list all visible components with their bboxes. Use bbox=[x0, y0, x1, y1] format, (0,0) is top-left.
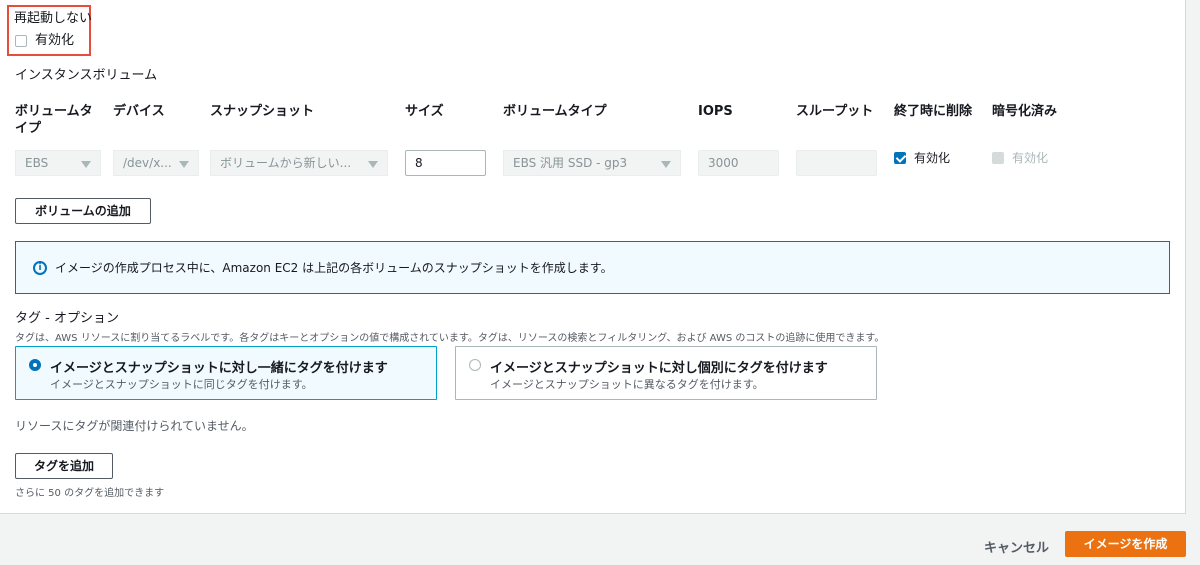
add-tag-button[interactable]: タグを追加 bbox=[15, 453, 113, 479]
volume-type-select[interactable]: EBS bbox=[15, 150, 101, 176]
col-encrypted-header: 暗号化済み bbox=[992, 104, 1058, 119]
tag-together-description: イメージとスナップショットに同じタグを付けます。 bbox=[50, 378, 313, 391]
ebs-volume-type-value: EBS 汎用 SSD - gp3 bbox=[513, 156, 628, 170]
info-alert-text: イメージの作成プロセス中に、Amazon EC2 は上記の各ボリュームのスナップ… bbox=[55, 261, 613, 275]
delete-on-termination-label[interactable]: 有効化 bbox=[914, 150, 950, 166]
col-iops-header: IOPS bbox=[698, 104, 733, 119]
encrypted-checkbox[interactable] bbox=[992, 152, 1004, 164]
instance-volumes-title: インスタンスボリューム bbox=[15, 68, 158, 83]
encrypted-label: 有効化 bbox=[1012, 151, 1049, 165]
info-alert: i イメージの作成プロセス中に、Amazon EC2 は上記の各ボリュームのスナ… bbox=[15, 241, 1170, 294]
cancel-button[interactable]: キャンセル bbox=[984, 537, 1049, 556]
snapshot-select[interactable]: ボリュームから新しい... bbox=[210, 150, 388, 176]
tag-together-option[interactable]: イメージとスナップショットに対し一緒にタグを付けます イメージとスナップショット… bbox=[15, 346, 437, 400]
tag-together-radio[interactable] bbox=[29, 359, 41, 371]
create-image-panel: 再起動しない 有効化 インスタンスボリューム ボリュームタ イプ デバイス スナ… bbox=[0, 0, 1186, 514]
col-throughput-header: スループット bbox=[796, 104, 874, 119]
col-volume-type-header: ボリュームタ イプ bbox=[15, 103, 93, 137]
device-value: /dev/x... bbox=[123, 156, 172, 170]
throughput-input[interactable] bbox=[796, 150, 877, 176]
tag-separately-option[interactable]: イメージとスナップショットに対し個別にタグを付けます イメージとスナップショット… bbox=[455, 346, 877, 400]
col-ebs-volume-type-header: ボリュームタイプ bbox=[503, 104, 607, 119]
col-snapshot-header: スナップショット bbox=[210, 104, 315, 119]
remaining-tags-text: さらに 50 のタグを追加できます bbox=[15, 488, 165, 499]
tags-description: タグは、AWS リソースに割り当てるラベルです。各タグはキーとオプションの値で構… bbox=[15, 333, 885, 344]
no-tags-text: リソースにタグが関連付けられていません。 bbox=[15, 419, 254, 433]
snapshot-value: ボリュームから新しい... bbox=[220, 156, 352, 170]
size-input[interactable]: 8 bbox=[405, 150, 486, 176]
tag-separately-title: イメージとスナップショットに対し個別にタグを付けます bbox=[490, 361, 828, 376]
create-image-button[interactable]: イメージを作成 bbox=[1065, 531, 1186, 557]
device-select[interactable]: /dev/x... bbox=[113, 150, 199, 176]
ebs-volume-type-select[interactable]: EBS 汎用 SSD - gp3 bbox=[503, 150, 681, 176]
chevron-down-icon bbox=[661, 161, 671, 168]
tag-separately-radio[interactable] bbox=[469, 359, 481, 371]
tags-title: タグ - オプション bbox=[15, 311, 119, 326]
tag-together-title: イメージとスナップショットに対し一緒にタグを付けます bbox=[50, 361, 388, 376]
chevron-down-icon bbox=[179, 161, 189, 168]
no-reboot-checkbox[interactable] bbox=[15, 35, 27, 47]
tag-separately-description: イメージとスナップショットに異なるタグを付けます。 bbox=[490, 378, 764, 391]
add-volume-button[interactable]: ボリュームの追加 bbox=[15, 198, 151, 224]
col-delete-on-termination-header: 終了時に削除 bbox=[894, 104, 973, 119]
col-volume-type-line1: ボリュームタ bbox=[15, 104, 93, 119]
col-device-header: デバイス bbox=[113, 104, 165, 119]
delete-on-termination-checkbox[interactable] bbox=[894, 152, 906, 164]
info-icon: i bbox=[33, 261, 47, 275]
col-size-header: サイズ bbox=[405, 104, 444, 119]
col-volume-type-line2: イプ bbox=[15, 121, 42, 136]
volume-type-value: EBS bbox=[25, 156, 49, 170]
iops-input[interactable]: 3000 bbox=[698, 150, 779, 176]
no-reboot-checkbox-label[interactable]: 有効化 bbox=[35, 33, 74, 49]
no-reboot-label: 再起動しない bbox=[14, 11, 93, 26]
chevron-down-icon bbox=[81, 161, 91, 168]
chevron-down-icon bbox=[368, 161, 378, 168]
